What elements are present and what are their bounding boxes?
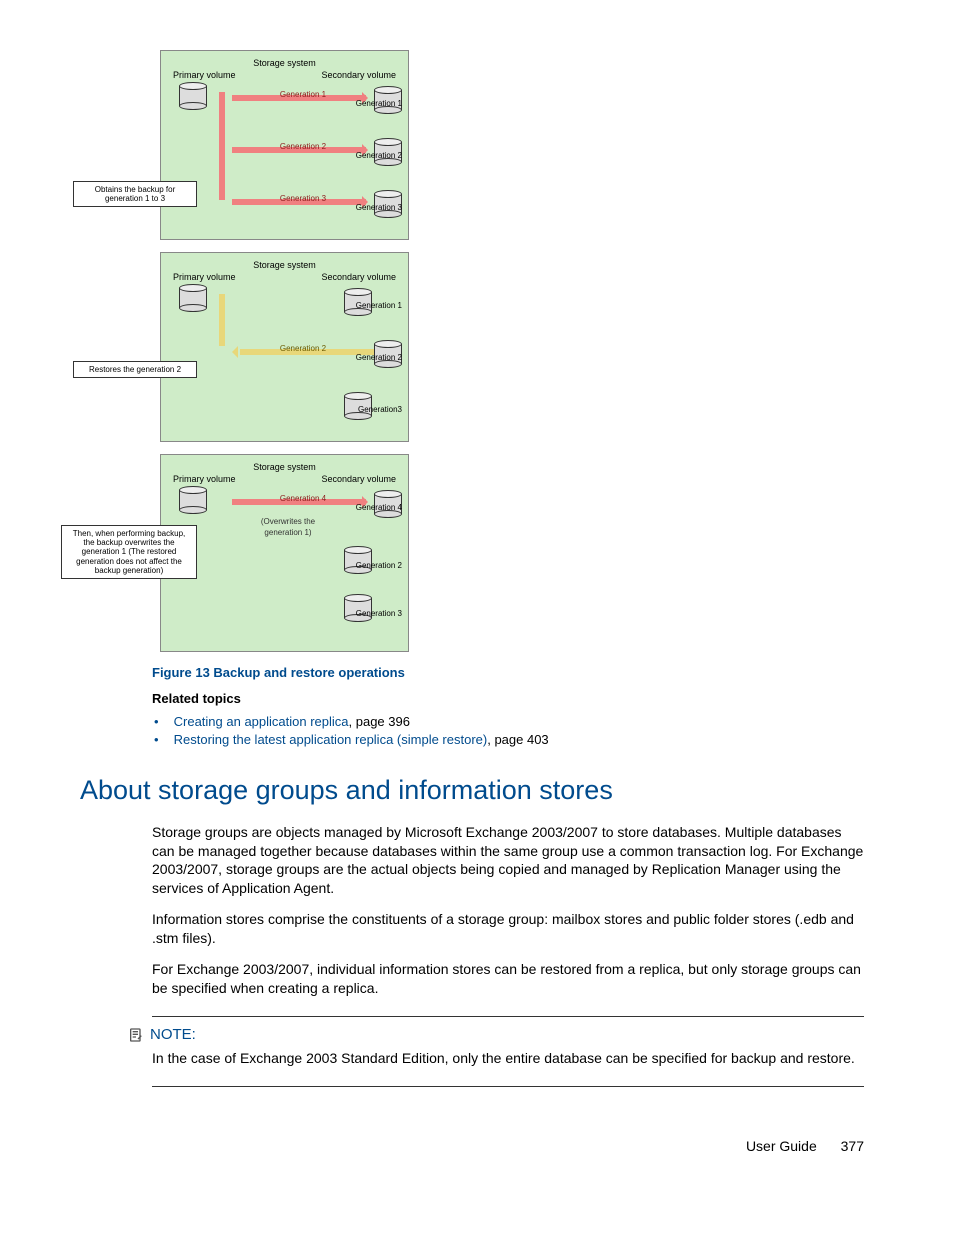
section-heading: About storage groups and information sto… <box>80 772 864 808</box>
paragraph: Storage groups are objects managed by Mi… <box>152 823 864 899</box>
diagram-restore: Storage system Primary volume Secondary … <box>160 252 409 442</box>
callout-overwrite: Then, when performing backup, the backup… <box>61 525 197 579</box>
paragraph: Information stores comprise the constitu… <box>152 910 864 948</box>
primary-volume-cylinder <box>179 285 207 311</box>
list-item: Creating an application replica, page 39… <box>152 713 864 731</box>
diagram-overwrite: Storage system Primary volume Secondary … <box>160 454 409 652</box>
divider <box>152 1086 864 1087</box>
callout-restore: Restores the generation 2 <box>73 361 197 378</box>
diagram-backup: Storage system Primary volume Secondary … <box>160 50 409 240</box>
note-icon <box>128 1027 144 1043</box>
related-topics-heading: Related topics <box>152 690 864 708</box>
page-footer: User Guide 377 <box>80 1137 864 1156</box>
figure-diagrams: Storage system Primary volume Secondary … <box>160 50 864 652</box>
primary-volume-cylinder <box>179 83 207 109</box>
callout-obtain-backup: Obtains the backup for generation 1 to 3 <box>73 181 197 207</box>
primary-volume-cylinder <box>179 487 207 513</box>
related-topics-list: Creating an application replica, page 39… <box>152 713 864 748</box>
footer-label: User Guide <box>746 1138 817 1154</box>
paragraph: For Exchange 2003/2007, individual infor… <box>152 960 864 998</box>
divider <box>152 1016 864 1017</box>
link-restoring-replica[interactable]: Restoring the latest application replica… <box>174 732 488 747</box>
note-text: In the case of Exchange 2003 Standard Ed… <box>152 1049 864 1068</box>
link-creating-replica[interactable]: Creating an application replica <box>174 714 349 729</box>
list-item: Restoring the latest application replica… <box>152 731 864 749</box>
page-number: 377 <box>841 1138 864 1154</box>
note-heading: NOTE: <box>128 1025 864 1045</box>
figure-caption: Figure 13 Backup and restore operations <box>152 664 864 682</box>
